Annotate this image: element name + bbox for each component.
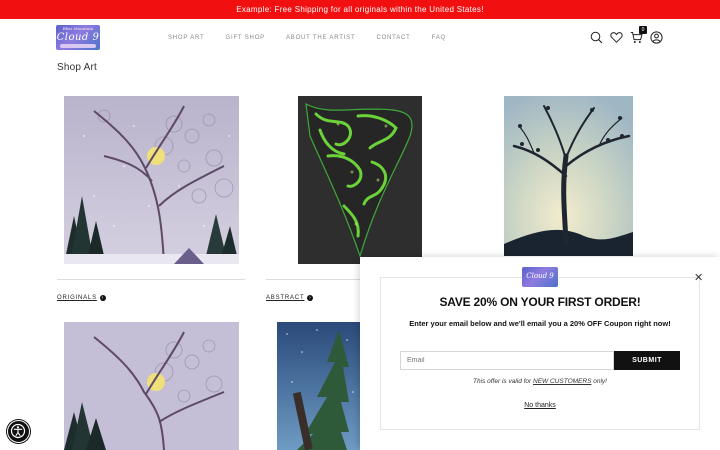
product-image-snowy-forest-2[interactable]	[64, 322, 239, 450]
main-nav: SHOP ART GIFT SHOP ABOUT THE ARTIST CONT…	[168, 35, 467, 41]
logo-cloud	[60, 44, 96, 48]
divider-abstract	[266, 279, 360, 280]
popup-logo-text: Cloud 9	[526, 272, 554, 280]
popup-headline: SAVE 20% ON YOUR FIRST ORDER!	[439, 295, 641, 309]
product-image-snowy-forest[interactable]	[64, 96, 239, 264]
offer-note: This offer is valid for NEW CUSTOMERS on…	[360, 378, 720, 385]
announcement-bar: Example: Free Shipping for all originals…	[0, 0, 720, 19]
cart-count-badge: 0	[639, 26, 647, 34]
product-image-starry-pine[interactable]	[277, 322, 360, 450]
category-label-originals: ORIGINALS	[57, 295, 97, 301]
product-image-tree-birds[interactable]	[504, 96, 633, 256]
account-icon[interactable]	[650, 31, 663, 44]
nav-shop-art[interactable]: SHOP ART	[168, 35, 205, 41]
logo-line2: Cloud 9	[56, 32, 100, 43]
nav-faq[interactable]: FAQ	[432, 35, 446, 41]
logo-line1: Bliss Mountain	[62, 26, 94, 31]
cart-icon[interactable]: 0	[630, 26, 647, 44]
search-icon[interactable]	[590, 31, 603, 44]
popup-subtext: Enter your email below and we'll email y…	[409, 319, 671, 328]
offer-note-suffix: only!	[591, 378, 607, 385]
site-logo[interactable]: Bliss Mountain Cloud 9	[56, 25, 100, 50]
popup-logo: Cloud 9	[522, 267, 558, 287]
category-link-abstract[interactable]: ABSTRACT ›	[266, 295, 314, 301]
category-label-abstract: ABSTRACT	[266, 295, 305, 301]
accessibility-button[interactable]	[7, 420, 30, 443]
no-thanks-link[interactable]: No thanks	[360, 402, 720, 409]
nav-contact[interactable]: CONTACT	[376, 35, 410, 41]
accessibility-icon	[10, 423, 26, 439]
submit-button[interactable]: SUBMIT	[614, 351, 680, 370]
nav-about-artist[interactable]: ABOUT THE ARTIST	[286, 35, 355, 41]
offer-note-prefix: This offer is valid for	[473, 378, 534, 385]
category-link-originals[interactable]: ORIGINALS ›	[57, 295, 106, 301]
email-input[interactable]	[400, 351, 614, 370]
site-header: Bliss Mountain Cloud 9 SHOP ART GIFT SHO…	[0, 19, 720, 57]
heart-icon[interactable]	[610, 31, 623, 44]
arrow-right-icon: ›	[307, 295, 314, 301]
divider-originals	[57, 279, 245, 280]
page-title: Shop Art	[57, 62, 97, 73]
header-icons: 0	[590, 26, 663, 44]
close-icon[interactable]: ✕	[694, 271, 703, 284]
nav-gift-shop[interactable]: GIFT SHOP	[226, 35, 265, 41]
arrow-right-icon: ›	[99, 295, 106, 301]
product-image-abstract-green[interactable]	[298, 96, 422, 264]
new-customers-link[interactable]: NEW CUSTOMERS	[533, 378, 591, 385]
